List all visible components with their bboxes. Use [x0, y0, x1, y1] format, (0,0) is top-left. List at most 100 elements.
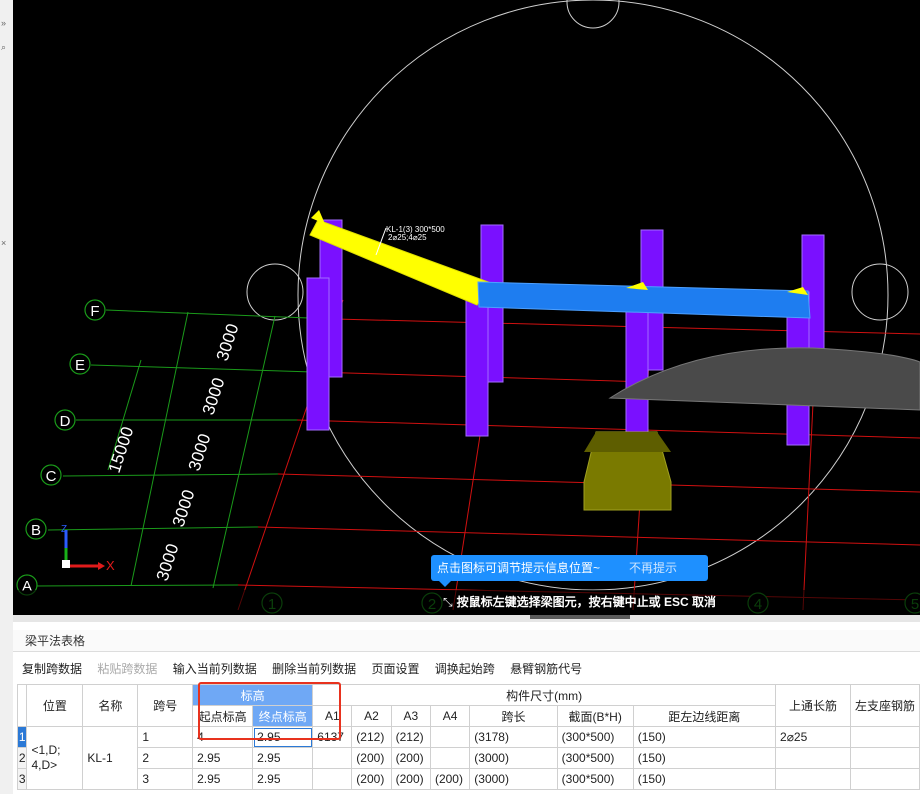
row-number[interactable]: 3 — [16, 768, 28, 790]
header-left-seat: 左支座钢筋 — [849, 684, 920, 727]
axis-x-label: X — [106, 558, 115, 573]
search-icon[interactable]: ⌕ — [1, 42, 6, 53]
orbit-handle-left[interactable] — [246, 263, 304, 321]
cell-elev-start[interactable]: 2.95 — [192, 747, 254, 769]
axis-label-c: C — [46, 468, 57, 485]
cell-span-length[interactable]: (3178) — [469, 726, 558, 748]
cell-top-bar[interactable] — [775, 768, 851, 790]
cell-span[interactable]: 1 — [137, 726, 194, 748]
cell-span-length[interactable]: (3000) — [469, 747, 558, 769]
table-row[interactable]: 3 3 2.95 2.95 (200) (200) (200) (3000) (… — [16, 768, 920, 790]
cell-a3[interactable]: (200) — [390, 747, 431, 769]
panel-toolbar: 复制跨数据 粘贴跨数据 输入当前列数据 删除当前列数据 页面设置 调换起始跨 悬… — [13, 658, 585, 680]
cell-a3[interactable]: (200) — [390, 768, 431, 790]
axis-label-e: E — [75, 357, 85, 374]
cell-section[interactable]: (300*500) — [556, 768, 634, 790]
dimension-labels: 3000 3000 3000 3000 3000 15000 — [105, 321, 243, 583]
cell-span-length[interactable]: (3000) — [469, 768, 558, 790]
table-row[interactable]: 2 2 2.95 2.95 (200) (200) (3000) (300*50… — [16, 747, 920, 769]
cell-a4[interactable] — [429, 747, 471, 769]
cell-a2[interactable]: (200) — [351, 768, 392, 790]
paste-span-data-button[interactable]: 粘贴跨数据 — [97, 658, 157, 680]
model-canvas[interactable]: F E D C B A 1 2 4 5 3000 3000 3000 3000 … — [13, 0, 920, 615]
hint-text: 点击图标可调节提示信息位置~ — [437, 561, 601, 575]
swap-start-span-button[interactable]: 调换起始跨 — [435, 658, 495, 680]
cell-elev-end[interactable]: 2.95 — [252, 747, 314, 769]
header-elev-end: 终点标高 — [252, 705, 314, 727]
cell-left-seat[interactable] — [849, 726, 920, 748]
axis-row-labels: F E D C B A — [22, 303, 100, 595]
page-setup-button[interactable]: 页面设置 — [371, 658, 419, 680]
hint-tooltip[interactable]: 点击图标可调节提示信息位置~ 不再提示 — [431, 555, 708, 587]
header-position: 位置 — [26, 684, 84, 727]
cell-top-bar[interactable] — [775, 747, 851, 769]
header-a4: A4 — [429, 705, 471, 727]
header-span: 跨号 — [137, 684, 194, 727]
cursor-icon: ⤡ — [443, 595, 453, 609]
cell-left-seat[interactable] — [849, 747, 920, 769]
cell-name[interactable]: KL-1 — [82, 726, 139, 790]
cell-elev-start[interactable]: 4 — [192, 726, 254, 748]
table-row[interactable]: 1 <1,D; 4,D> KL-1 1 4 2.95 6137 (212) (2… — [16, 726, 920, 790]
panel-title: 梁平法表格 — [13, 630, 920, 652]
tooltip-arrow — [439, 581, 451, 587]
cell-position[interactable]: <1,D; 4,D> — [26, 726, 84, 790]
header-elev-start: 起点标高 — [192, 705, 254, 727]
cell-a1[interactable] — [312, 747, 353, 769]
header-section: 截面(B*H) — [556, 705, 634, 727]
status-text: 按鼠标左键选择梁图元，按右键中止或 ESC 取消 — [456, 595, 716, 609]
cell-a3[interactable]: (212) — [390, 726, 431, 748]
cell-section[interactable]: (300*500) — [556, 726, 634, 748]
header-elevation: 标高 — [192, 684, 314, 706]
cell-elev-end[interactable]: 2.95 — [252, 768, 314, 790]
coordinate-gizmo: X Z — [61, 524, 115, 573]
header-a3: A3 — [390, 705, 431, 727]
header-a1: A1 — [312, 705, 353, 727]
beam-table-panel: 梁平法表格 复制跨数据 粘贴跨数据 输入当前列数据 删除当前列数据 页面设置 调… — [13, 622, 920, 794]
cell-a4[interactable] — [429, 726, 471, 748]
cell-a1[interactable] — [312, 768, 353, 790]
header-span-length: 跨长 — [469, 705, 558, 727]
left-side-strip: » ⌕ × — [0, 0, 14, 794]
cell-edge-distance[interactable]: (150) — [632, 726, 777, 748]
cell-edge-distance[interactable]: (150) — [632, 768, 777, 790]
cell-elev-start[interactable]: 2.95 — [192, 768, 254, 790]
splitter-grip[interactable] — [530, 615, 630, 619]
cell-span[interactable]: 2 — [137, 747, 194, 769]
delete-column-data-button[interactable]: 删除当前列数据 — [272, 658, 356, 680]
3d-viewport[interactable]: F E D C B A 1 2 4 5 3000 3000 3000 3000 … — [13, 0, 920, 615]
expand-icon[interactable]: » — [1, 18, 6, 28]
cell-span[interactable]: 3 — [137, 768, 194, 790]
dim-text-2: 3000 — [199, 375, 229, 417]
orbit-handle-top[interactable] — [566, 0, 620, 29]
input-column-data-button[interactable]: 输入当前列数据 — [173, 658, 257, 680]
header-a2: A2 — [351, 705, 392, 727]
beam-table: 位置 名称 跨号 标高 构件尺寸(mm) 上通长筋 左支座钢筋 起点标高 终点标… — [16, 684, 920, 790]
copy-span-data-button[interactable]: 复制跨数据 — [22, 658, 82, 680]
dim-text-total: 15000 — [105, 424, 138, 475]
axis-label-d: D — [60, 413, 71, 430]
green-axis-grid — [32, 309, 336, 589]
cell-top-bar[interactable]: 2⌀25 — [775, 726, 851, 748]
header-top-bar: 上通长筋 — [775, 684, 851, 727]
status-message: ⤡ 按鼠标左键选择梁图元，按右键中止或 ESC 取消 — [443, 593, 716, 610]
cell-section[interactable]: (300*500) — [556, 747, 634, 769]
cell-a1[interactable]: 6137 — [312, 726, 353, 748]
dismiss-hint-button[interactable]: 不再提示 — [629, 555, 677, 581]
row-number[interactable]: 1 — [16, 726, 28, 748]
corner-cell — [16, 684, 28, 727]
footing-top — [584, 432, 671, 452]
cell-edge-distance[interactable]: (150) — [632, 747, 777, 769]
panel-splitter[interactable] — [13, 615, 920, 622]
close-icon[interactable]: × — [1, 238, 6, 248]
cell-a2[interactable]: (212) — [351, 726, 392, 748]
header-edge-distance: 距左边线距离 — [632, 705, 777, 727]
cell-a2[interactable]: (200) — [351, 747, 392, 769]
row-number[interactable]: 2 — [16, 747, 28, 769]
cell-elev-end[interactable]: 2.95 — [252, 726, 314, 748]
cantilever-code-button[interactable]: 悬臂钢筋代号 — [510, 658, 582, 680]
cell-left-seat[interactable] — [849, 768, 920, 790]
cell-a4[interactable]: (200) — [429, 768, 471, 790]
app-window: » ⌕ × F E D C B A 3000 3000 3000 3000 30… — [0, 0, 920, 794]
orbit-handle-right[interactable] — [851, 263, 909, 321]
